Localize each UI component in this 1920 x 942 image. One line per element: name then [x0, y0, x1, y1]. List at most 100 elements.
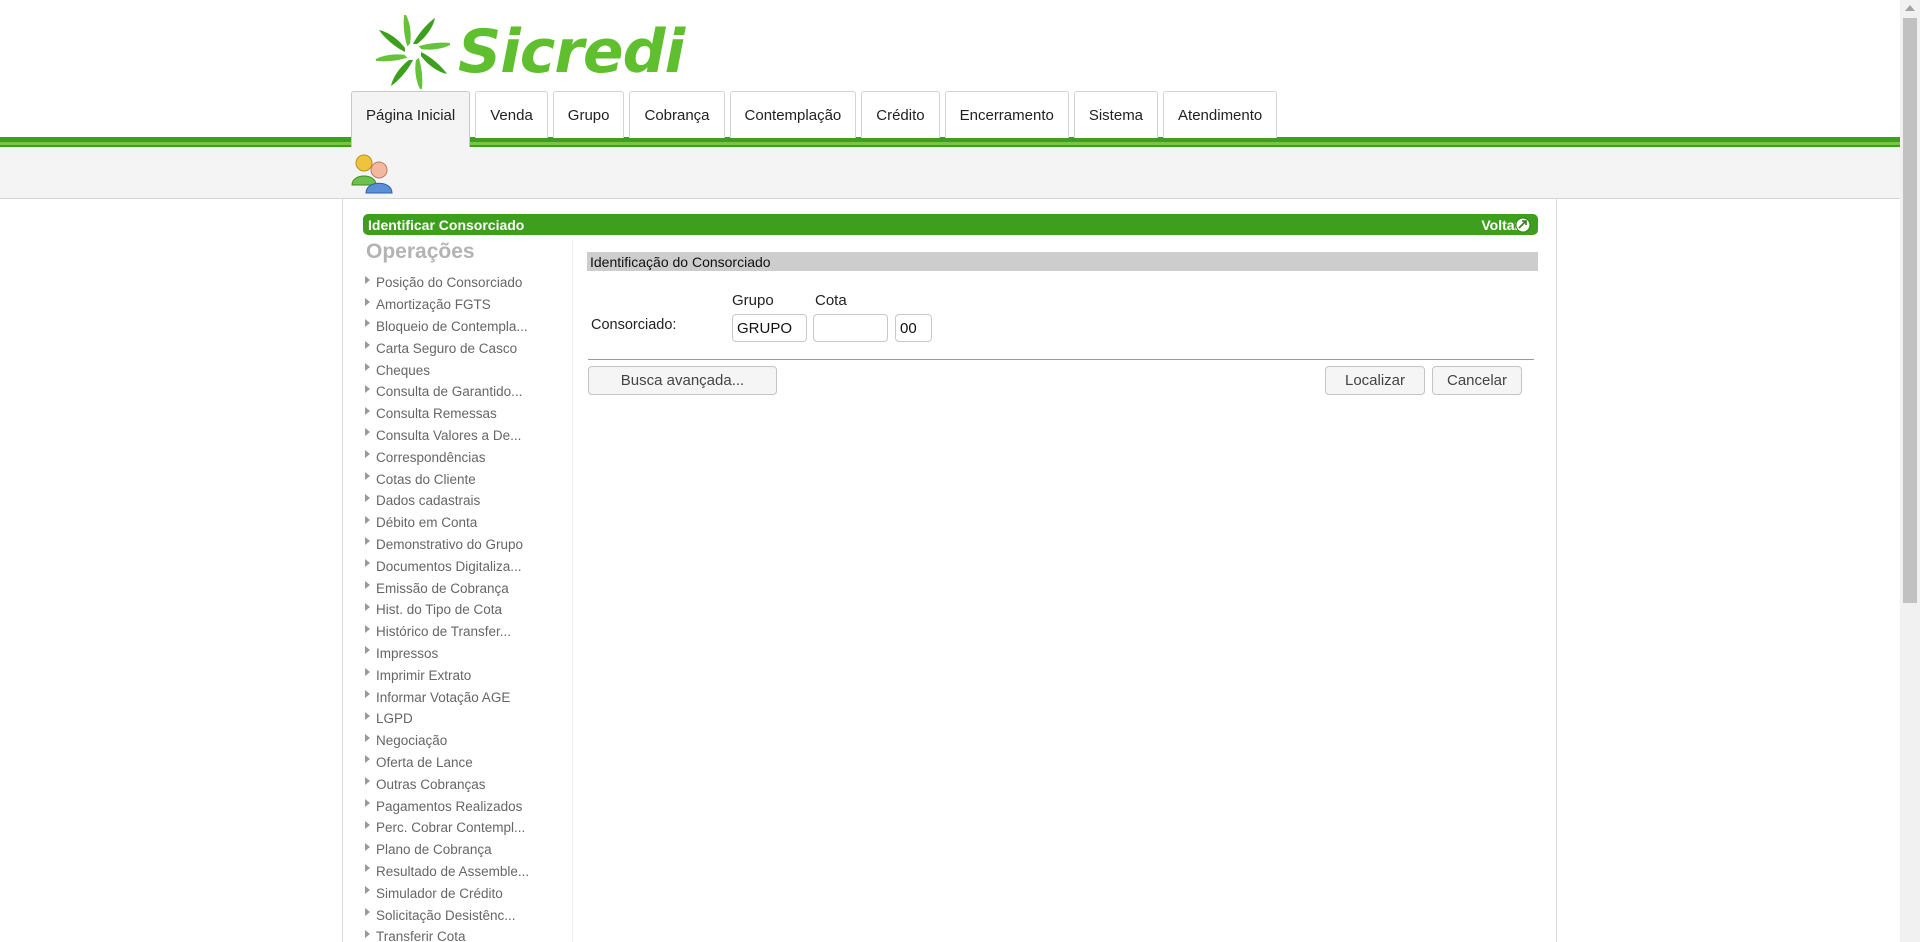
- sidebar-menu-item[interactable]: Negociação: [363, 730, 572, 752]
- sidebar-menu-item-label: Transferir Cota: [376, 929, 466, 942]
- find-button[interactable]: Localizar: [1325, 366, 1425, 395]
- caret-right-icon: [365, 777, 370, 786]
- caret-right-icon: [365, 515, 370, 524]
- sidebar-menu-item[interactable]: Outras Cobranças: [363, 773, 572, 795]
- tab-contemplacao[interactable]: Contemplação: [729, 91, 857, 138]
- sidebar-menu-item-label: Plano de Cobrança: [376, 842, 492, 858]
- sidebar-menu-item[interactable]: Bloqueio de Contempla...: [363, 316, 572, 338]
- advanced-search-button[interactable]: Busca avançada...: [588, 366, 777, 395]
- cancel-button[interactable]: Cancelar: [1432, 366, 1522, 395]
- sidebar-menu-item[interactable]: Oferta de Lance: [363, 752, 572, 774]
- caret-right-icon: [365, 493, 370, 502]
- tab-grupo[interactable]: Grupo: [552, 91, 625, 138]
- sidebar-menu-item-label: Imprimir Extrato: [376, 667, 472, 683]
- form-divider: [588, 359, 1534, 360]
- tab-pagina-inicial[interactable]: Página Inicial: [351, 91, 471, 147]
- sidebar-menu-item[interactable]: Cotas do Cliente: [363, 468, 572, 490]
- sidebar-menu-item[interactable]: Correspondências: [363, 446, 572, 468]
- caret-right-icon: [365, 711, 370, 720]
- sidebar-title: Operações: [366, 240, 475, 263]
- sidebar-menu-item-label: Demonstrativo do Grupo: [376, 536, 524, 552]
- sidebar-menu-item-label: Cheques: [376, 362, 431, 378]
- sidebar-menu-item[interactable]: Consulta Remessas: [363, 403, 572, 425]
- scroll-up-icon[interactable]: [1905, 5, 1915, 11]
- users-icon[interactable]: [350, 151, 394, 195]
- grupo-input[interactable]: [732, 314, 807, 342]
- tab-encerramento[interactable]: Encerramento: [944, 91, 1069, 138]
- sidebar-menu-item-label: Emissão de Cobrança: [376, 580, 509, 596]
- caret-right-icon: [365, 820, 370, 829]
- sidebar-menu-item[interactable]: Documentos Digitaliza...: [363, 555, 572, 577]
- back-arrow-icon: [1515, 217, 1531, 232]
- caret-right-icon: [365, 581, 370, 590]
- sidebar-menu-item[interactable]: Consulta Valores a De...: [363, 425, 572, 447]
- sidebar-menu-item[interactable]: Dados cadastrais: [363, 490, 572, 512]
- caret-right-icon: [365, 450, 370, 459]
- content-frame-left: [342, 199, 343, 942]
- sidebar-menu-item[interactable]: Resultado de Assemble...: [363, 861, 572, 883]
- sidebar-menu-item[interactable]: Amortização FGTS: [363, 294, 572, 316]
- digito-input[interactable]: [895, 314, 932, 342]
- sidebar-menu-item[interactable]: Hist. do Tipo de Cota: [363, 599, 572, 621]
- caret-right-icon: [365, 363, 370, 372]
- sidebar-menu-item[interactable]: LGPD: [363, 708, 572, 730]
- sidebar-menu-item[interactable]: Consulta de Garantido...: [363, 381, 572, 403]
- sidebar-menu-item-label: Negociação: [376, 733, 448, 749]
- operations-menu: Posição do Consorciado Amortização FGTS Bl…: [363, 272, 572, 942]
- sidebar-menu-item[interactable]: Transferir Cota: [363, 926, 572, 942]
- tab-atendimento[interactable]: Atendimento: [1163, 91, 1278, 138]
- sidebar-menu-item[interactable]: Informar Votação AGE: [363, 686, 572, 708]
- sidebar-menu-item-label: Amortização FGTS: [376, 297, 491, 313]
- sidebar-menu-item-label: Pagamentos Realizados: [376, 798, 523, 814]
- sidebar-menu-item[interactable]: Demonstrativo do Grupo: [363, 534, 572, 556]
- caret-right-icon: [365, 559, 370, 568]
- caret-right-icon: [365, 472, 370, 481]
- sidebar-menu-item[interactable]: Emissão de Cobrança: [363, 577, 572, 599]
- caret-right-icon: [365, 733, 370, 742]
- operations-sidebar: Operações Posição do Consorciado Amortiza…: [363, 240, 573, 942]
- sidebar-menu-item[interactable]: Histórico de Transfer...: [363, 621, 572, 643]
- sidebar-menu-item-label: Outras Cobranças: [376, 776, 486, 792]
- page-scrollbar[interactable]: [1900, 0, 1920, 942]
- caret-right-icon: [365, 319, 370, 328]
- sidebar-menu-item-label: Correspondências: [376, 449, 486, 465]
- tab-credito[interactable]: Crédito: [861, 91, 940, 138]
- back-button[interactable]: Voltar: [1481, 216, 1532, 234]
- tab-venda[interactable]: Venda: [475, 91, 548, 138]
- caret-right-icon: [365, 668, 370, 677]
- sidebar-menu-item-label: Simulador de Crédito: [376, 885, 503, 901]
- brand-logo[interactable]: Sicredi: [376, 14, 685, 90]
- sidebar-menu-item[interactable]: Solicitação Desistênc...: [363, 904, 572, 926]
- sidebar-menu-item[interactable]: Plano de Cobrança: [363, 839, 572, 861]
- caret-right-icon: [365, 602, 370, 611]
- caret-right-icon: [365, 406, 370, 415]
- sidebar-menu-item[interactable]: Posição do Consorciado: [363, 272, 572, 294]
- caret-right-icon: [365, 842, 370, 851]
- caret-right-icon: [365, 755, 370, 764]
- caret-right-icon: [365, 908, 370, 916]
- sidebar-menu-item[interactable]: Impressos: [363, 643, 572, 665]
- caret-right-icon: [365, 646, 370, 655]
- brand-name: Sicredi: [458, 17, 685, 87]
- caret-right-icon: [365, 275, 370, 284]
- sidebar-menu-item[interactable]: Pagamentos Realizados: [363, 795, 572, 817]
- caret-right-icon: [365, 624, 370, 633]
- scroll-thumb[interactable]: [1903, 18, 1917, 603]
- sidebar-menu-item-label: Impressos: [376, 645, 439, 661]
- sidebar-menu-item-label: Carta Seguro de Casco: [376, 340, 518, 356]
- sidebar-menu-item[interactable]: Imprimir Extrato: [363, 664, 572, 686]
- sidebar-menu-item[interactable]: Carta Seguro de Casco: [363, 337, 572, 359]
- tab-cobranca[interactable]: Cobrança: [629, 91, 725, 138]
- sidebar-menu-item[interactable]: Perc. Cobrar Contempl...: [363, 817, 572, 839]
- page-title: Identificar Consorciado: [368, 216, 525, 233]
- caret-right-icon: [365, 886, 370, 895]
- sidebar-menu-item[interactable]: Simulador de Crédito: [363, 882, 572, 904]
- tab-sistema[interactable]: Sistema: [1073, 91, 1159, 138]
- sidebar-menu-item[interactable]: Cheques: [363, 359, 572, 381]
- header-divider: [0, 198, 1900, 199]
- grupo-column-label: Grupo: [732, 292, 774, 309]
- sidebar-menu-item[interactable]: Débito em Conta: [363, 512, 572, 534]
- sidebar-menu-item-label: Perc. Cobrar Contempl...: [376, 820, 526, 836]
- cota-input[interactable]: [813, 314, 888, 342]
- sicredi-logo-icon: [376, 15, 450, 89]
